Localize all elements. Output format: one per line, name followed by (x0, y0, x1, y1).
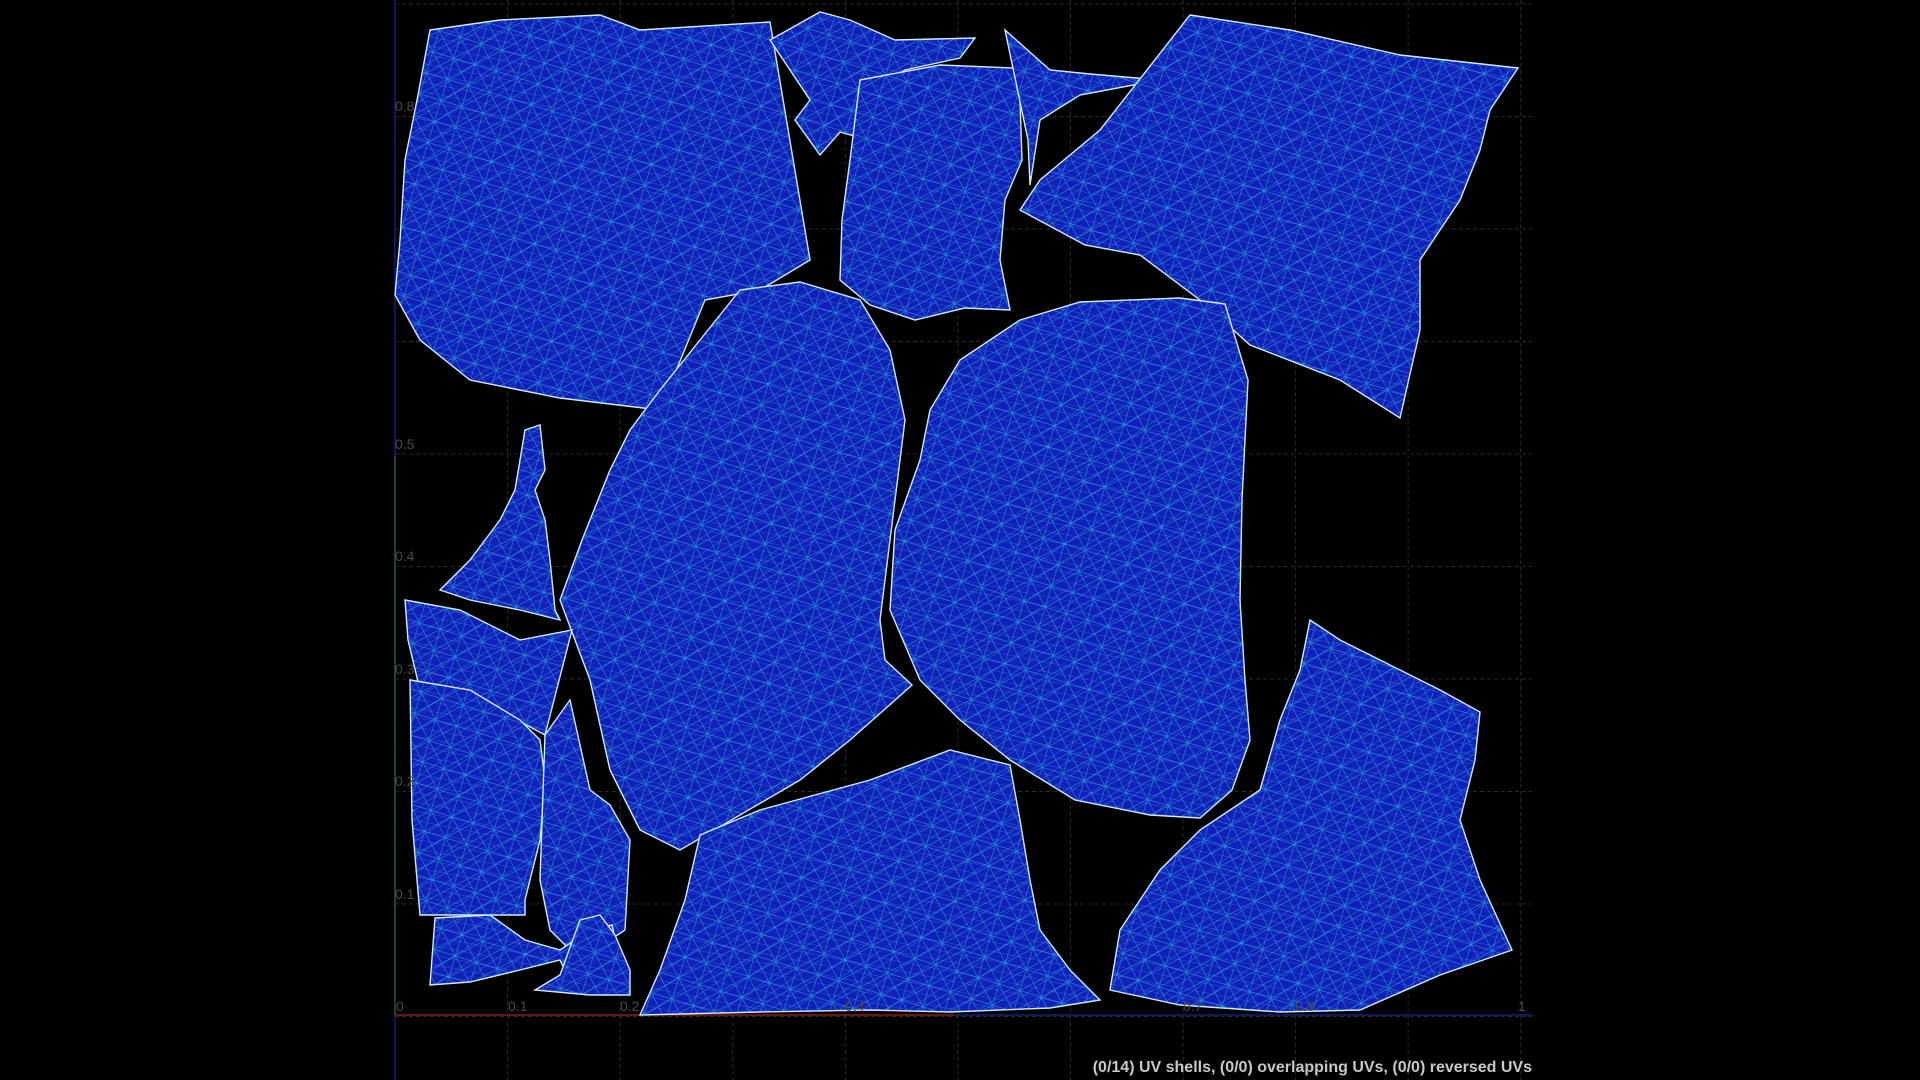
u-label-0.1: 0.1 (508, 998, 528, 1014)
uv-canvas[interactable] (0, 0, 1920, 1080)
v-label-0.5: 0.5 (395, 436, 415, 452)
u-label-0.7: 0.7 (1183, 998, 1203, 1014)
u-label-0.4: 0.4 (845, 998, 865, 1014)
v-label-0.4: 0.4 (395, 548, 415, 564)
uv-status-line: (0/14) UV shells, (0/0) overlapping UVs,… (1092, 1059, 1532, 1076)
v-label-0.8: 0.8 (395, 98, 415, 114)
uv-shells (394, 11, 1520, 1016)
u-label-0.2: 0.2 (620, 998, 640, 1014)
shell-top-center[interactable] (839, 64, 1023, 321)
u-label-1: 1 (1518, 998, 1526, 1014)
uv-editor-viewport[interactable]: 0.8 0.5 0.4 0.3 0.2 0.1 0 0.1 0.2 0.4 0.… (0, 0, 1920, 1080)
v-label-0.3: 0.3 (395, 661, 415, 677)
v-label-0.2: 0.2 (395, 773, 415, 789)
u-label-0: 0 (396, 998, 404, 1014)
v-label-0.1: 0.1 (395, 886, 415, 902)
u-label-0.8: 0.8 (1295, 998, 1315, 1014)
shell-center-right[interactable] (889, 297, 1251, 819)
